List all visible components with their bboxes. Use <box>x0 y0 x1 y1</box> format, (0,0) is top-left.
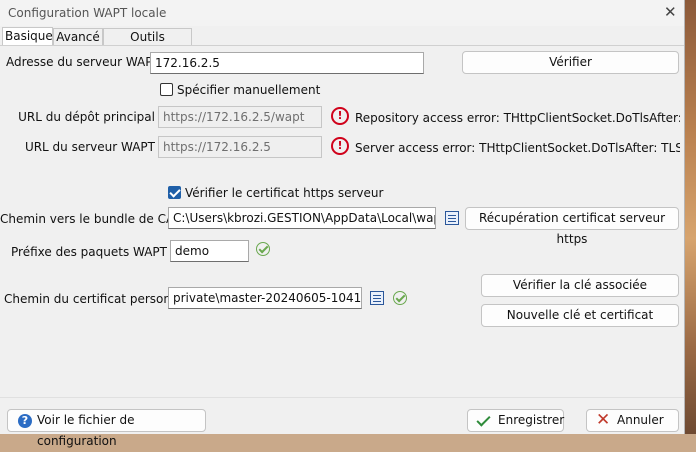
verify-cert-label: Vérifier le certificat https serveur <box>185 186 384 200</box>
server-error-icon: ! <box>331 137 349 155</box>
help-icon: ? <box>18 414 32 428</box>
title-bar: Configuration WAPT locale ✕ <box>0 0 684 26</box>
repo-error-icon: ! <box>331 107 349 125</box>
footer-separator <box>0 397 684 398</box>
tab-outils-externes[interactable]: Outils externes <box>103 28 192 61</box>
new-key-cert-button[interactable]: Nouvelle clé et certificat <box>481 304 679 327</box>
desktop-background <box>684 0 696 434</box>
verify-server-button[interactable]: Vérifier <box>462 51 679 74</box>
checkmark-icon <box>476 412 491 427</box>
manual-label: Spécifier manuellement <box>177 83 321 97</box>
view-config-button[interactable]: ? Voir le fichier de configuration <box>7 409 206 448</box>
cert-ok-icon <box>393 291 407 305</box>
window-title: Configuration WAPT locale <box>8 6 167 20</box>
server-url-label: URL du serveur WAPT <box>24 140 155 154</box>
fetch-server-cert-button[interactable]: Récupération certificat serveur https <box>465 207 679 246</box>
save-label: Enregistrer <box>498 413 565 427</box>
config-dialog: Configuration WAPT locale ✕ Basique Avan… <box>0 0 685 448</box>
verify-key-button[interactable]: Vérifier la clé associée <box>481 274 679 297</box>
prefix-label: Préfixe des paquets WAPT <box>11 245 167 259</box>
repo-url-label: URL du dépôt principal <box>18 110 155 124</box>
server-address-label: Adresse du serveur WAPT : <box>6 55 168 69</box>
browse-ca-icon[interactable] <box>445 211 459 225</box>
ca-bundle-label: Chemin vers le bundle de CA <box>0 212 175 226</box>
tab-avance[interactable]: Avancé <box>53 28 103 45</box>
verify-cert-checkbox[interactable] <box>168 186 181 199</box>
prefix-ok-icon <box>256 242 270 256</box>
repo-error-message: Repository access error: THttpClientSock… <box>355 111 680 125</box>
cancel-label: Annuler <box>617 413 664 427</box>
browse-cert-icon[interactable] <box>370 291 384 305</box>
repo-url-input: https://172.16.2.5/wapt <box>158 106 322 128</box>
view-config-label: Voir le fichier de configuration <box>37 413 135 448</box>
manual-checkbox[interactable] <box>160 83 173 96</box>
server-error-message: Server access error: THttpClientSocket.D… <box>355 141 680 155</box>
server-address-input[interactable]: 172.16.2.5 <box>150 52 424 74</box>
ca-bundle-input[interactable]: C:\Users\kbrozi.GESTION\AppData\Local\wa… <box>168 207 436 229</box>
server-url-input: https://172.16.2.5 <box>158 136 322 158</box>
personal-cert-input[interactable]: private\master-20240605-104116.crt <box>168 287 362 309</box>
cancel-button[interactable]: ✕ Annuler <box>586 409 679 432</box>
tab-basique[interactable]: Basique <box>2 27 53 46</box>
cancel-x-icon: ✕ <box>596 410 611 430</box>
save-button[interactable]: Enregistrer <box>467 409 564 432</box>
personal-cert-label: Chemin du certificat personnel <box>4 292 190 306</box>
close-icon[interactable]: ✕ <box>664 3 677 21</box>
prefix-input[interactable]: demo <box>170 240 249 262</box>
